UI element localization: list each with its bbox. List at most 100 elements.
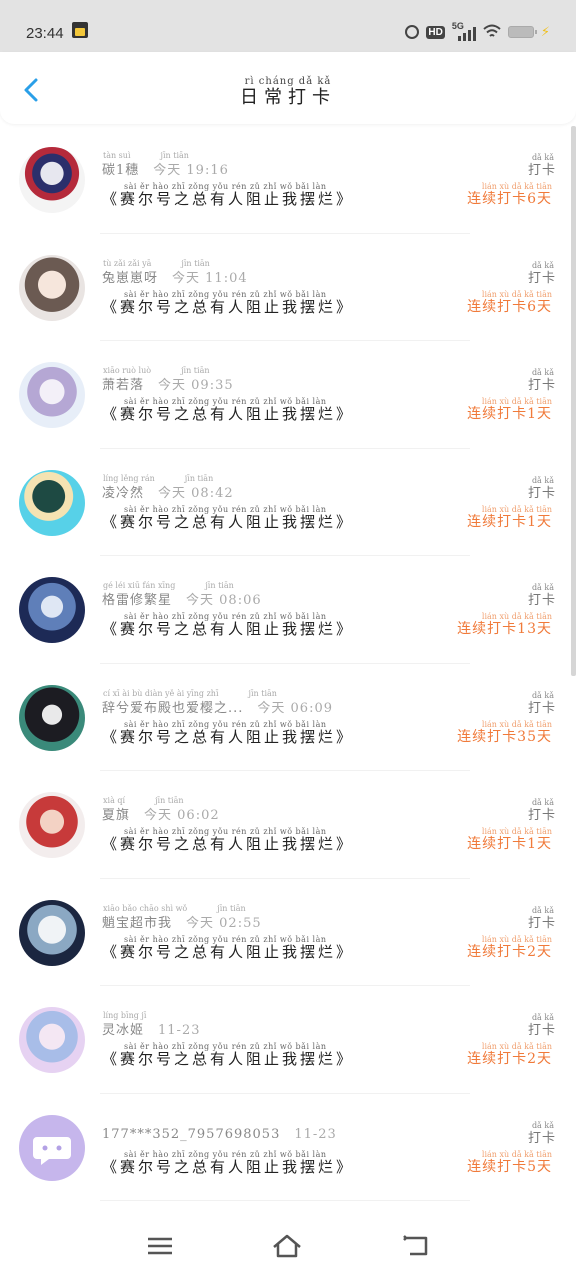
network-type: 5G [451, 21, 464, 31]
streak-count: 连续打卡6天 [467, 191, 552, 207]
checkin-time: 今天 19:16 [153, 163, 229, 178]
user-name[interactable]: 碳1穗 [102, 163, 139, 178]
list-item[interactable]: tàn suì jīn tiān 碳1穗 今天 19:16 sài ěr hào zhī… [0, 126, 570, 234]
user-name-line: 萧若落 今天 09:35 [102, 374, 234, 393]
checkin-time: 今天 06:09 [257, 700, 334, 716]
user-name-line: 凌冷然 今天 08:42 [102, 482, 234, 501]
page-title-pinyin: rì cháng dǎ kǎ [244, 76, 332, 87]
home-icon [273, 1234, 301, 1258]
list-item[interactable]: xiāo bǎo chāo shì wǒ jīn tiān 魈宝超市我 今天 02:5… [0, 879, 570, 986]
post-title[interactable]: 《赛尔号之总有人阻止我摆烂》 [102, 618, 354, 639]
page-title: 日常打卡 [240, 87, 336, 108]
app-header: rì cháng dǎ kǎ 日常打卡 [0, 52, 576, 124]
streak-count: 连续打卡1天 [467, 836, 552, 852]
checkin-time: 11-23 [294, 1126, 337, 1142]
back-nav-button[interactable] [400, 1230, 432, 1262]
avatar[interactable] [19, 362, 85, 428]
chat-bubble-icon [33, 1136, 71, 1165]
avatar[interactable] [19, 577, 85, 643]
status-time: 23:44 [26, 25, 64, 42]
charging-icon: ⚡ [540, 24, 550, 40]
user-name-line: 灵冰姬 11-23 [102, 1019, 201, 1038]
battery-icon [507, 26, 537, 38]
checkin-time: 今天 09:35 [158, 378, 234, 393]
menu-icon [148, 1237, 172, 1255]
user-name[interactable]: 萧若落 [102, 378, 144, 393]
status-icons: HD 5G ⚡ [405, 21, 550, 43]
checkin-label: 打卡 [527, 915, 556, 931]
signal-icon: 5G [451, 21, 476, 41]
avatar[interactable] [19, 469, 85, 536]
user-name[interactable]: 兔崽崽呀 [102, 271, 158, 286]
checkin-time: 今天 02:55 [186, 915, 262, 931]
streak-count: 连续打卡13天 [457, 621, 552, 637]
avatar[interactable] [19, 254, 85, 321]
user-name[interactable]: 177***352_7957698053 [102, 1127, 280, 1142]
streak-count: 连续打卡1天 [467, 406, 552, 422]
list-item[interactable]: cí xī ài bù diàn yě ài yīng zhī jīn tiān 辞… [0, 664, 570, 771]
user-name[interactable]: 格雷修繁星 [102, 593, 172, 608]
checkin-label: 打卡 [527, 1130, 556, 1146]
checkin-time: 今天 06:02 [144, 808, 220, 823]
wifi-icon [483, 24, 501, 40]
page-title-block: rì cháng dǎ kǎ 日常打卡 [0, 76, 576, 109]
user-name-line: 177***352_7957698053 11-23 [102, 1127, 337, 1142]
post-title[interactable]: 《赛尔号之总有人阻止我摆烂》 [102, 188, 354, 209]
list-item[interactable]: líng bīng jī 灵冰姬 11-23 sài ěr hào zhī zǒng … [0, 986, 570, 1094]
post-title[interactable]: 《赛尔号之总有人阻止我摆烂》 [102, 726, 354, 747]
user-name-line: 夏旗 今天 06:02 [102, 804, 220, 823]
avatar[interactable] [19, 684, 85, 751]
list-item[interactable]: xiāo ruò luò jīn tiān 萧若落 今天 09:35 sài ěr hà… [0, 341, 570, 449]
post-title[interactable]: 《赛尔号之总有人阻止我摆烂》 [102, 1156, 354, 1177]
user-name[interactable]: 灵冰姬 [102, 1023, 144, 1038]
streak-count: 连续打卡35天 [457, 728, 552, 745]
checkin-label: 打卡 [527, 808, 556, 823]
user-name-line: 辞兮爱布殿也爱樱之... 今天 06:09 [102, 697, 333, 716]
list-item[interactable]: líng lěng rán jīn tiān 凌冷然 今天 08:42 sài ěr h… [0, 449, 570, 556]
post-title[interactable]: 《赛尔号之总有人阻止我摆烂》 [102, 511, 354, 532]
user-name[interactable]: 夏旗 [102, 808, 130, 823]
system-nav-bar [0, 1210, 576, 1280]
user-name[interactable]: 魈宝超市我 [102, 916, 172, 931]
user-name-line: 魈宝超市我 今天 02:55 [102, 912, 262, 931]
checkin-time: 今天 08:42 [158, 485, 234, 501]
checkin-label: 打卡 [527, 700, 556, 716]
list-item[interactable]: 177***352_7957698053 11-23 sài ěr hào zhī … [0, 1094, 570, 1201]
checkin-time: 今天 08:06 [186, 593, 262, 608]
hd-icon: HD [426, 25, 445, 39]
divider [100, 1200, 470, 1201]
streak-count: 连续打卡5天 [467, 1158, 552, 1175]
home-button[interactable] [271, 1230, 303, 1262]
status-bar: 23:44 HD 5G ⚡ [0, 0, 576, 52]
return-icon [403, 1235, 428, 1256]
user-name[interactable]: 辞兮爱布殿也爱樱之... [102, 701, 243, 716]
checkin-label: 打卡 [527, 1023, 556, 1038]
checkin-time: 今天 11:04 [172, 270, 248, 286]
user-name-line: 兔崽崽呀 今天 11:04 [102, 267, 248, 286]
checkin-label: 打卡 [527, 163, 556, 178]
menu-button[interactable] [144, 1230, 176, 1262]
avatar[interactable] [19, 1114, 85, 1181]
post-title[interactable]: 《赛尔号之总有人阻止我摆烂》 [102, 296, 354, 317]
list-item[interactable]: tù zǎi zǎi yā jīn tiān 兔崽崽呀 今天 11:04 sài ěr … [0, 234, 570, 341]
post-title[interactable]: 《赛尔号之总有人阻止我摆烂》 [102, 403, 354, 424]
alarm-icon [405, 25, 420, 39]
post-title[interactable]: 《赛尔号之总有人阻止我摆烂》 [102, 833, 354, 854]
checkin-label: 打卡 [527, 378, 556, 393]
avatar[interactable] [19, 899, 85, 966]
avatar[interactable] [19, 1007, 85, 1073]
list-item[interactable]: xià qí jīn tiān 夏旗 今天 06:02 sài ěr hào zhī z… [0, 771, 570, 879]
user-name-line: 碳1穗 今天 19:16 [102, 159, 229, 178]
user-name[interactable]: 凌冷然 [102, 486, 144, 501]
post-title[interactable]: 《赛尔号之总有人阻止我摆烂》 [102, 1048, 354, 1069]
avatar[interactable] [19, 147, 85, 213]
streak-count: 连续打卡2天 [467, 943, 552, 960]
streak-count: 连续打卡6天 [467, 298, 552, 315]
notification-icon [72, 22, 88, 38]
checkin-list: tàn suì jīn tiān 碳1穗 今天 19:16 sài ěr hào zhī… [0, 126, 570, 1201]
avatar[interactable] [19, 792, 85, 858]
scrollbar[interactable] [571, 126, 576, 676]
list-item[interactable]: gé léi xiū fán xīng jīn tiān 格雷修繁星 今天 08:06… [0, 556, 570, 664]
post-title[interactable]: 《赛尔号之总有人阻止我摆烂》 [102, 941, 354, 962]
user-name-line: 格雷修繁星 今天 08:06 [102, 589, 262, 608]
